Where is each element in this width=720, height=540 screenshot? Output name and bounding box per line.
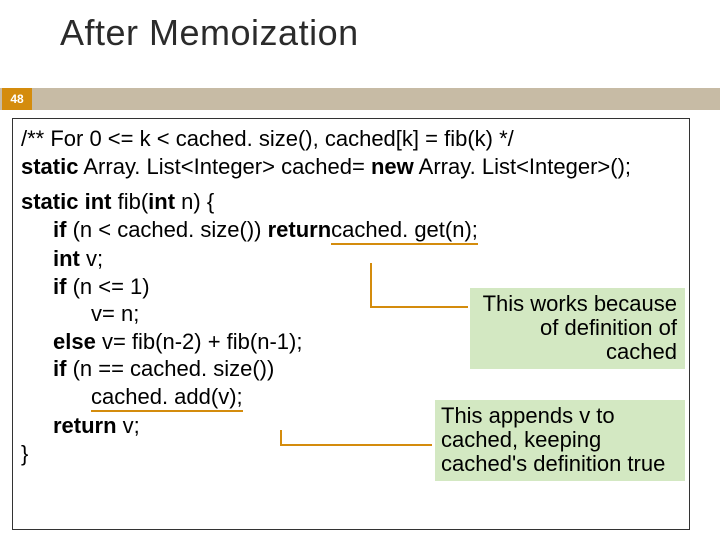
connector-line: [280, 444, 432, 446]
page-number-badge: 48: [2, 88, 32, 110]
code-line: static Array. List<Integer> cached= new …: [21, 153, 681, 181]
code-line: static int fib(int n) {: [21, 188, 681, 216]
code-line: int v;: [21, 245, 681, 273]
underlined-span: cached. add(v);: [91, 383, 243, 413]
connector-line: [370, 263, 372, 308]
annotation-note: This appends v to cached, keeping cached…: [435, 400, 685, 481]
header-bar: [0, 88, 720, 110]
connector-line: [370, 306, 468, 308]
code-line: /** For 0 <= k < cached. size(), cached[…: [21, 125, 681, 153]
code-line: if (n < cached. size()) return cached. g…: [21, 216, 681, 246]
underlined-span: cached. get(n);: [331, 216, 478, 246]
annotation-note: This works because of definition of cach…: [470, 288, 685, 369]
slide: { "title": "After Memoization", "page": …: [0, 0, 720, 540]
connector-line: [280, 430, 282, 444]
slide-title: After Memoization: [60, 12, 359, 54]
